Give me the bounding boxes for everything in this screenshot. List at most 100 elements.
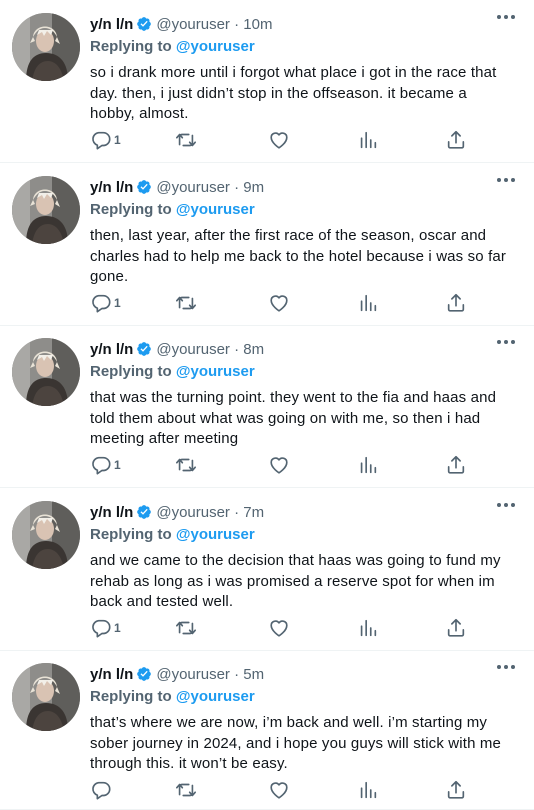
reply-button[interactable]: 1 [90,128,121,152]
retweet-button[interactable] [175,453,197,477]
user-handle[interactable]: @youruser [156,341,230,358]
display-name[interactable]: y/n l/n [90,504,133,521]
retweet-button[interactable] [175,291,197,315]
verified-badge-icon [136,666,152,682]
tweet[interactable]: y/n l/n @youruser · 9m Replying to @youru… [0,163,534,326]
avatar[interactable] [12,338,80,406]
replying-to-label: Replying to [90,363,172,380]
reply-icon [90,454,112,476]
share-icon [445,454,467,476]
share-button[interactable] [445,291,467,315]
like-button[interactable] [268,616,290,640]
replying-to-handle[interactable]: @youruser [176,201,255,218]
display-name[interactable]: y/n l/n [90,341,133,358]
reply-icon [90,779,112,801]
share-icon [445,292,467,314]
timestamp[interactable]: · 8m [234,341,264,358]
verified-badge-icon [136,16,152,32]
views-button[interactable] [357,453,379,477]
more-icon[interactable] [494,498,518,512]
display-name[interactable]: y/n l/n [90,666,133,683]
tweet-actions: 1 [90,453,490,477]
reply-button[interactable]: 1 [90,291,121,315]
like-icon [268,454,290,476]
reply-count: 1 [114,621,121,635]
reply-icon [90,129,112,151]
like-icon [268,292,290,314]
views-button[interactable] [357,128,379,152]
timestamp[interactable]: · 9m [234,179,264,196]
replying-to-handle[interactable]: @youruser [176,363,255,380]
replying-to: Replying to @youruser [90,38,255,55]
tweet[interactable]: y/n l/n @youruser · 5m Replying to @youru… [0,650,534,810]
replying-to-handle[interactable]: @youruser [176,38,255,55]
display-name[interactable]: y/n l/n [90,179,133,196]
replying-to-label: Replying to [90,38,172,55]
replying-to-label: Replying to [90,201,172,218]
reply-button[interactable] [90,778,114,802]
avatar-image [12,13,80,81]
avatar[interactable] [12,13,80,81]
views-button[interactable] [357,291,379,315]
retweet-icon [175,779,197,801]
reply-button[interactable]: 1 [90,453,121,477]
reply-button[interactable]: 1 [90,616,121,640]
user-handle[interactable]: @youruser [156,16,230,33]
views-button[interactable] [357,616,379,640]
more-icon[interactable] [494,173,518,187]
tweet-actions: 1 [90,616,490,640]
like-icon [268,129,290,151]
tweet[interactable]: y/n l/n @youruser · 10m Replying to @your… [0,0,534,163]
user-handle[interactable]: @youruser [156,504,230,521]
like-button[interactable] [268,453,290,477]
avatar[interactable] [12,501,80,569]
avatar-image [12,501,80,569]
user-handle[interactable]: @youruser [156,666,230,683]
more-icon[interactable] [494,10,518,24]
tweet-header: y/n l/n @youruser · 5m [90,666,514,686]
retweet-button[interactable] [175,616,197,640]
share-button[interactable] [445,453,467,477]
user-handle[interactable]: @youruser [156,179,230,196]
retweet-button[interactable] [175,778,197,802]
replying-to: Replying to @youruser [90,688,255,705]
verified-badge-icon [136,179,152,195]
more-icon[interactable] [494,660,518,674]
display-name[interactable]: y/n l/n [90,16,133,33]
timestamp[interactable]: · 10m [234,16,272,33]
share-icon [445,129,467,151]
tweet[interactable]: y/n l/n @youruser · 7m Replying to @youru… [0,488,534,651]
like-button[interactable] [268,128,290,152]
like-icon [268,779,290,801]
replying-to-label: Replying to [90,688,172,705]
reply-count: 1 [114,133,121,147]
retweet-button[interactable] [175,128,197,152]
replying-to-handle[interactable]: @youruser [176,688,255,705]
like-button[interactable] [268,291,290,315]
views-icon [357,617,379,639]
timestamp[interactable]: · 5m [234,666,264,683]
tweet[interactable]: y/n l/n @youruser · 8m Replying to @youru… [0,325,534,488]
share-button[interactable] [445,778,467,802]
verified-badge-icon [136,341,152,357]
verified-badge-icon [136,504,152,520]
more-icon[interactable] [494,335,518,349]
share-icon [445,617,467,639]
retweet-icon [175,129,197,151]
reply-icon [90,292,112,314]
tweet-header: y/n l/n @youruser · 10m [90,16,514,36]
share-button[interactable] [445,616,467,640]
avatar-image [12,176,80,244]
replying-to: Replying to @youruser [90,526,255,543]
like-button[interactable] [268,778,290,802]
views-icon [357,292,379,314]
share-button[interactable] [445,128,467,152]
reply-count: 1 [114,458,121,472]
replying-to-handle[interactable]: @youruser [176,526,255,543]
tweet-text: and we came to the decision that haas wa… [90,552,501,610]
timestamp[interactable]: · 7m [234,504,264,521]
avatar[interactable] [12,663,80,731]
avatar[interactable] [12,176,80,244]
views-button[interactable] [357,778,379,802]
reply-count: 1 [114,296,121,310]
